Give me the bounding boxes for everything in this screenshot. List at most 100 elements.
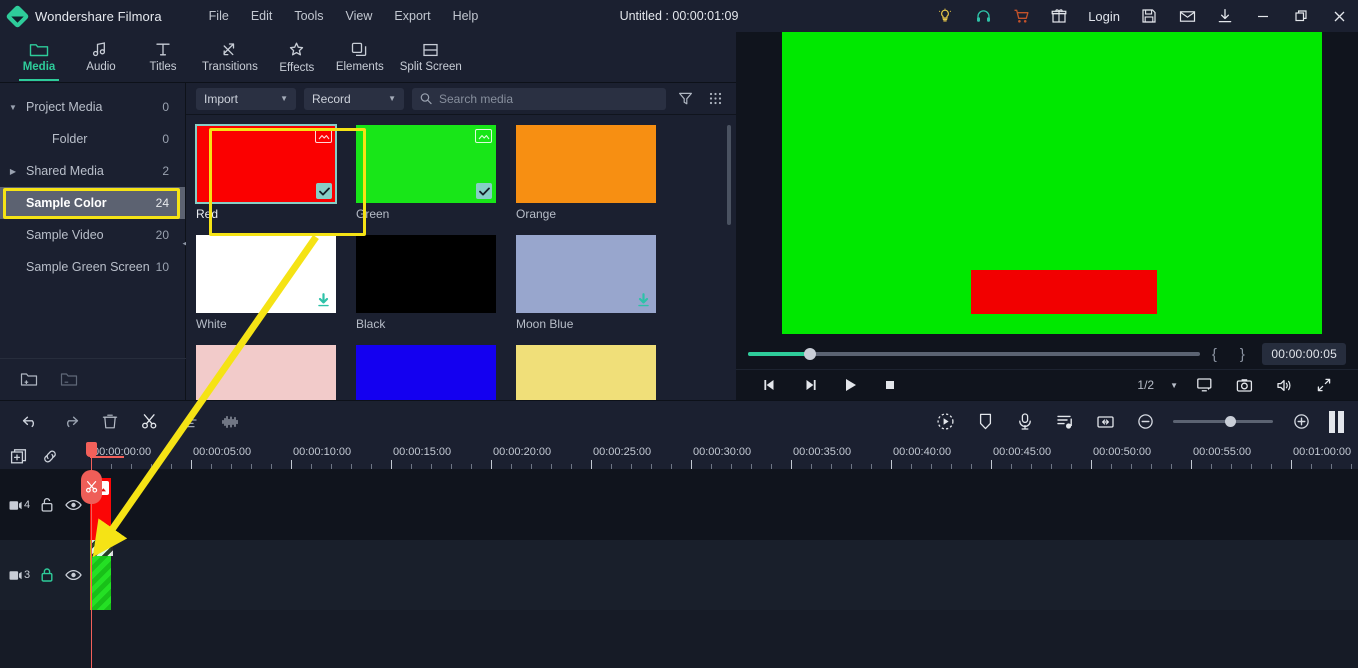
record-dropdown[interactable]: Record ▼ <box>304 87 404 110</box>
download-icon[interactable] <box>316 292 330 308</box>
scrubber-handle[interactable] <box>804 348 816 360</box>
audio-waveform-icon[interactable] <box>210 401 250 443</box>
render-preview-icon[interactable] <box>1329 410 1344 433</box>
close-button[interactable] <box>1320 0 1358 32</box>
timeline-track-3[interactable]: 3 <box>0 540 1358 610</box>
play-button[interactable] <box>830 370 870 401</box>
zoom-slider-handle[interactable] <box>1225 416 1236 427</box>
login-button[interactable]: Login <box>1078 9 1130 24</box>
color-match-icon[interactable] <box>925 401 965 443</box>
remove-folder-icon[interactable] <box>60 371 80 388</box>
menu-tools[interactable]: Tools <box>283 3 334 29</box>
mark-out-button[interactable]: } <box>1228 346 1256 363</box>
media-item-black[interactable]: Black <box>356 235 496 331</box>
split-scissors-icon[interactable] <box>130 401 170 443</box>
redo-icon[interactable] <box>50 401 90 443</box>
mark-in-button[interactable]: { <box>1200 346 1228 363</box>
media-item-yellow[interactable] <box>516 345 656 400</box>
playhead-handle[interactable] <box>86 442 97 457</box>
timeline-zoom-slider[interactable] <box>1173 416 1273 427</box>
sidebar-item-sample-green-screen[interactable]: Sample Green Screen 10 <box>0 251 185 283</box>
track-body[interactable] <box>88 540 1358 610</box>
download-icon[interactable] <box>636 292 650 308</box>
volume-icon[interactable] <box>1264 370 1304 401</box>
media-item-white[interactable]: White <box>196 235 336 331</box>
marker-icon[interactable] <box>965 401 1005 443</box>
tab-elements[interactable]: Elements <box>328 32 392 82</box>
media-thumbnail[interactable] <box>356 345 496 400</box>
media-thumbnail[interactable] <box>356 125 496 203</box>
media-thumbnail[interactable] <box>196 345 336 400</box>
grid-view-icon[interactable] <box>704 88 726 110</box>
timeline-clip-green-screen[interactable] <box>90 540 113 610</box>
undo-icon[interactable] <box>10 401 50 443</box>
tab-split-screen[interactable]: Split Screen <box>392 32 470 82</box>
media-thumbnail[interactable] <box>356 235 496 313</box>
next-frame-button[interactable] <box>790 370 830 401</box>
media-thumbnail[interactable] <box>195 124 337 204</box>
track-lock-icon[interactable] <box>33 497 60 513</box>
tab-effects[interactable]: Effects <box>266 32 328 82</box>
media-item-orange[interactable]: Orange <box>516 125 656 221</box>
tab-media[interactable]: Media <box>8 32 70 82</box>
preview-scrubber[interactable] <box>748 348 1201 360</box>
new-folder-icon[interactable] <box>20 371 40 388</box>
link-toggle-icon[interactable] <box>41 448 59 465</box>
display-settings-icon[interactable] <box>1184 370 1224 401</box>
sidebar-item-project-media[interactable]: ▼ Project Media 0 <box>0 91 185 123</box>
track-lock-icon[interactable] <box>33 567 60 583</box>
track-visibility-icon[interactable] <box>60 569 87 581</box>
import-dropdown[interactable]: Import ▼ <box>196 87 296 110</box>
timeline-ruler[interactable]: 00:00:00:00 00:00:05:00 00:00:10:00 00:00:1… <box>0 442 1358 470</box>
restore-button[interactable] <box>1282 0 1320 32</box>
prev-frame-button[interactable] <box>750 370 790 401</box>
sidebar-item-sample-video[interactable]: Sample Video 20 <box>0 219 185 251</box>
playhead[interactable] <box>81 442 124 668</box>
sidebar-item-shared-media[interactable]: ▶ Shared Media 2 <box>0 155 185 187</box>
lightbulb-icon[interactable] <box>926 0 964 32</box>
download-icon[interactable] <box>1206 0 1244 32</box>
media-thumbnail[interactable] <box>196 235 336 313</box>
headset-icon[interactable] <box>964 0 1002 32</box>
voiceover-mic-icon[interactable] <box>1005 401 1045 443</box>
menu-export[interactable]: Export <box>383 3 441 29</box>
media-item-blue[interactable] <box>356 345 496 400</box>
crop-icon[interactable] <box>170 401 210 443</box>
add-track-icon[interactable] <box>10 448 27 465</box>
zoom-to-fit-icon[interactable] <box>1085 401 1125 443</box>
media-item-red[interactable]: Red <box>195 124 337 221</box>
media-scrollbar[interactable] <box>727 125 731 225</box>
media-thumbnail[interactable] <box>516 125 656 203</box>
zoom-out-icon[interactable] <box>1125 401 1165 443</box>
preview-canvas[interactable] <box>782 32 1322 334</box>
menu-help[interactable]: Help <box>442 3 490 29</box>
menu-edit[interactable]: Edit <box>240 3 284 29</box>
mail-icon[interactable] <box>1168 0 1206 32</box>
tab-audio[interactable]: Audio <box>70 32 132 82</box>
search-input[interactable] <box>438 91 658 106</box>
timeline-track-4[interactable]: 4 <box>0 470 1358 541</box>
tab-transitions[interactable]: Transitions <box>194 32 266 82</box>
media-thumbnail[interactable] <box>516 345 656 400</box>
gift-icon[interactable] <box>1040 0 1078 32</box>
preview-quality-dropdown[interactable]: 1/2 ▼ <box>1131 378 1184 392</box>
stop-button[interactable] <box>870 370 910 401</box>
split-at-playhead-button[interactable] <box>81 470 102 504</box>
track-body[interactable] <box>88 470 1358 541</box>
sidebar-item-sample-color[interactable]: Sample Color 24 <box>0 187 185 219</box>
media-item-moon-blue[interactable]: Moon Blue <box>516 235 656 331</box>
delete-icon[interactable] <box>90 401 130 443</box>
save-icon[interactable] <box>1130 0 1168 32</box>
menu-file[interactable]: File <box>198 3 240 29</box>
media-item-green[interactable]: Green <box>356 125 496 221</box>
fullscreen-icon[interactable] <box>1304 370 1344 401</box>
tab-titles[interactable]: Titles <box>132 32 194 82</box>
media-thumbnail[interactable] <box>516 235 656 313</box>
zoom-in-icon[interactable] <box>1281 401 1321 443</box>
minimize-button[interactable] <box>1244 0 1282 32</box>
cart-icon[interactable] <box>1002 0 1040 32</box>
audio-mixer-icon[interactable] <box>1045 401 1085 443</box>
filter-icon[interactable] <box>674 88 696 110</box>
menu-view[interactable]: View <box>335 3 384 29</box>
media-item-pink[interactable] <box>196 345 336 400</box>
